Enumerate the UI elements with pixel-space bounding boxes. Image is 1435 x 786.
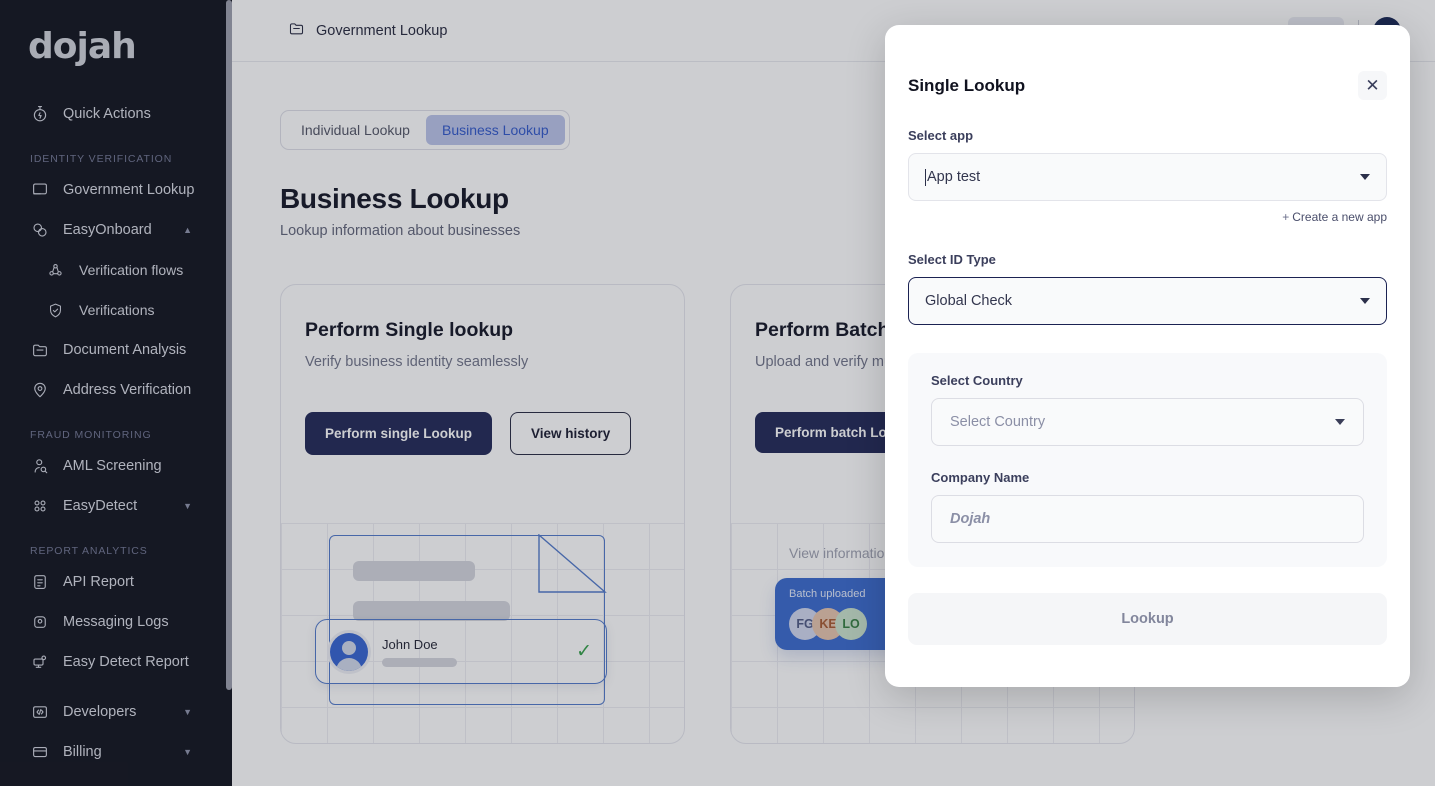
text-cursor <box>925 168 926 186</box>
select-id-type-dropdown[interactable]: Global Check <box>908 277 1387 325</box>
chevron-down-icon <box>1360 174 1370 180</box>
modal-header: Single Lookup ✕ <box>908 71 1387 100</box>
create-new-app-label: Create a new app <box>1292 210 1387 224</box>
lookup-submit-button[interactable]: Lookup <box>908 593 1387 645</box>
modal-title: Single Lookup <box>908 75 1026 95</box>
select-app-dropdown[interactable]: App test <box>908 153 1387 201</box>
plus-icon: + <box>1282 210 1290 224</box>
select-country-dropdown[interactable]: Select Country <box>931 398 1364 446</box>
create-new-app-link[interactable]: + Create a new app <box>908 210 1387 224</box>
select-id-type-value: Global Check <box>925 293 1013 309</box>
chevron-down-icon <box>1335 419 1345 425</box>
close-icon[interactable]: ✕ <box>1358 71 1387 100</box>
select-app-value: App test <box>927 169 981 185</box>
select-country-label: Select Country <box>931 373 1023 388</box>
company-name-input[interactable] <box>931 495 1364 543</box>
select-country-placeholder: Select Country <box>950 414 1046 430</box>
chevron-down-icon <box>1360 298 1370 304</box>
single-lookup-modal: Single Lookup ✕ Select app App test + Cre… <box>885 25 1410 687</box>
select-app-label: Select app <box>908 128 974 143</box>
company-name-label: Company Name <box>931 470 1030 485</box>
lookup-params-panel: Select Country Select Country Company Na… <box>908 353 1387 567</box>
select-id-type-label: Select ID Type <box>908 252 996 267</box>
